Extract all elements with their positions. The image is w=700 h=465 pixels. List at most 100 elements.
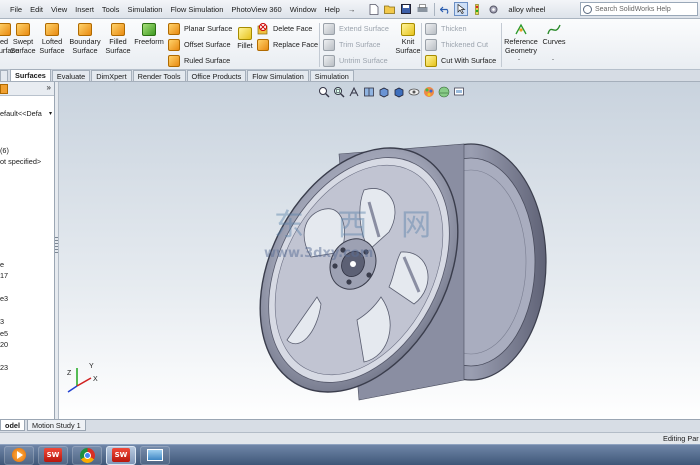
tree-item[interactable]: e (0, 260, 4, 269)
tab-evaluate[interactable]: Evaluate (51, 70, 91, 81)
menu-photoview[interactable]: PhotoView 360 (227, 0, 285, 19)
print-icon[interactable] (415, 2, 429, 16)
reference-geometry-label: Reference Geometry (504, 37, 538, 55)
splitter-grip[interactable] (55, 237, 58, 253)
boundary-surface-icon (78, 23, 92, 36)
alloy-wheel-model[interactable] (59, 82, 700, 419)
reference-geometry-button[interactable]: Reference Geometry (503, 21, 539, 55)
media-player-button[interactable] (4, 445, 34, 465)
tab-flow-simulation[interactable]: Flow Simulation (247, 70, 309, 81)
menu-edit[interactable]: Edit (26, 0, 47, 19)
untrim-surface-button[interactable]: Untrim Surface (323, 53, 388, 68)
lofted-surface-icon (45, 23, 59, 36)
ruled-surface-button[interactable]: Ruled Surface (168, 53, 230, 68)
menu-tools[interactable]: Tools (98, 0, 124, 19)
cut-with-surface-button[interactable]: Cut With Surface (425, 53, 496, 68)
solidworks-button[interactable]: SW (38, 445, 68, 465)
solidworks-icon: SW (44, 448, 62, 462)
menu-simulation[interactable]: Simulation (123, 0, 166, 19)
chrome-icon (79, 447, 95, 463)
offset-surface-button[interactable]: Offset Surface (168, 37, 231, 52)
collapse-panel-icon[interactable]: » (47, 83, 51, 92)
tree-item[interactable]: ot specified> (0, 157, 41, 166)
tab-motion-study[interactable]: Motion Study 1 (27, 420, 86, 431)
rebuild-icon[interactable] (470, 2, 484, 16)
menu-insert[interactable]: Insert (71, 0, 98, 19)
menu-pin-icon[interactable]: → (344, 0, 360, 19)
tab-simulation[interactable]: Simulation (309, 70, 354, 81)
watermark-url: www.3dxy.com (264, 246, 374, 261)
fillet-label: Fillet (237, 41, 253, 50)
filled-surface-button[interactable]: Filled Surface (104, 21, 132, 55)
menu-view[interactable]: View (47, 0, 71, 19)
tree-item[interactable]: e3 (0, 294, 8, 303)
tab-office-products[interactable]: Office Products (186, 70, 247, 81)
solidworks-active-button[interactable]: SW (106, 445, 136, 465)
tree-item[interactable]: 23 (0, 363, 8, 372)
curves-dropdown-icon[interactable]: - (552, 57, 554, 63)
status-text: Editing Par (663, 434, 699, 443)
feature-manager-icon[interactable] (0, 84, 8, 94)
offset-surface-icon (168, 38, 180, 51)
extend-surface-button[interactable]: Extend Surface (323, 21, 389, 36)
boundary-surface-button[interactable]: Boundary Surface (67, 21, 103, 55)
command-manager-tabs: Surfaces Evaluate DimXpert Render Tools … (0, 69, 700, 82)
tab-surfaces[interactable]: Surfaces (10, 69, 51, 81)
undo-icon[interactable] (438, 2, 452, 16)
freeform-icon (142, 23, 156, 36)
menu-help[interactable]: Help (320, 0, 343, 19)
knit-surface-icon (401, 23, 415, 36)
fillet-button[interactable]: Fillet (235, 21, 255, 50)
thicken-button[interactable]: Thicken (425, 21, 467, 36)
reference-geometry-dropdown-icon[interactable]: - (518, 57, 520, 63)
tree-dropdown-icon[interactable]: ▾ (49, 110, 52, 117)
offset-surface-label: Offset Surface (184, 40, 231, 49)
tab-dimxpert[interactable]: DimXpert (91, 70, 132, 81)
tree-item[interactable]: e5 (0, 329, 8, 338)
curves-icon (547, 23, 561, 36)
image-viewer-button[interactable] (140, 445, 170, 465)
menu-flow-simulation[interactable]: Flow Simulation (166, 0, 227, 19)
menu-items: File Edit View Insert Tools Simulation F… (0, 0, 359, 19)
planar-surface-button[interactable]: Planar Surface (168, 21, 232, 36)
ruled-surface-icon (168, 54, 180, 67)
chrome-button[interactable] (72, 445, 102, 465)
tab-overflow[interactable] (0, 70, 8, 81)
toolbar-separator (434, 2, 436, 16)
triad-z-label: Z (67, 370, 72, 377)
tab-model[interactable]: odel (0, 420, 25, 431)
replace-face-icon (257, 38, 269, 51)
tab-render-tools[interactable]: Render Tools (132, 70, 186, 81)
cut-with-surface-icon (425, 54, 437, 67)
delete-face-button[interactable]: Delete Face (257, 21, 312, 36)
new-document-icon[interactable] (367, 2, 381, 16)
options-icon[interactable] (486, 2, 500, 16)
save-icon[interactable] (399, 2, 413, 16)
freeform-button[interactable]: Freeform (133, 21, 165, 46)
open-icon[interactable] (383, 2, 397, 16)
quick-access-toolbar: alloy wheel (367, 0, 545, 19)
cut-with-surface-label: Cut With Surface (441, 56, 497, 65)
feature-manager-tree: » efault<<Defa ▾ (6) ot specified> e 17 … (0, 82, 55, 419)
extend-surface-icon (323, 22, 335, 35)
select-icon[interactable] (454, 2, 469, 16)
knit-surface-button[interactable]: Knit Surface (394, 21, 422, 55)
thickened-cut-button[interactable]: Thickened Cut (425, 37, 488, 52)
replace-face-button[interactable]: Replace Face (257, 37, 318, 52)
curves-button[interactable]: Curves (541, 21, 567, 46)
tree-item[interactable]: 17 (0, 271, 8, 280)
curves-label: Curves (542, 37, 566, 46)
trim-surface-button[interactable]: Trim Surface (323, 37, 381, 52)
tree-item-configuration[interactable]: efault<<Defa (0, 109, 42, 118)
graphics-area[interactable]: 东 西 网 www.3dxy.com Y Z X (59, 82, 700, 419)
help-search-box[interactable]: Search SolidWorks Help (580, 2, 698, 16)
bottom-tabs: odel Motion Study 1 (0, 419, 700, 432)
swept-surface-icon (16, 23, 30, 36)
tree-item[interactable]: (6) (0, 146, 9, 155)
tree-item[interactable]: 20 (0, 340, 8, 349)
lofted-surface-button[interactable]: Lofted Surface (38, 21, 66, 55)
swept-surface-button[interactable]: Swept Surface (10, 21, 36, 55)
tree-item[interactable]: 3 (0, 317, 4, 326)
menu-file[interactable]: File (6, 0, 26, 19)
menu-window[interactable]: Window (286, 0, 321, 19)
